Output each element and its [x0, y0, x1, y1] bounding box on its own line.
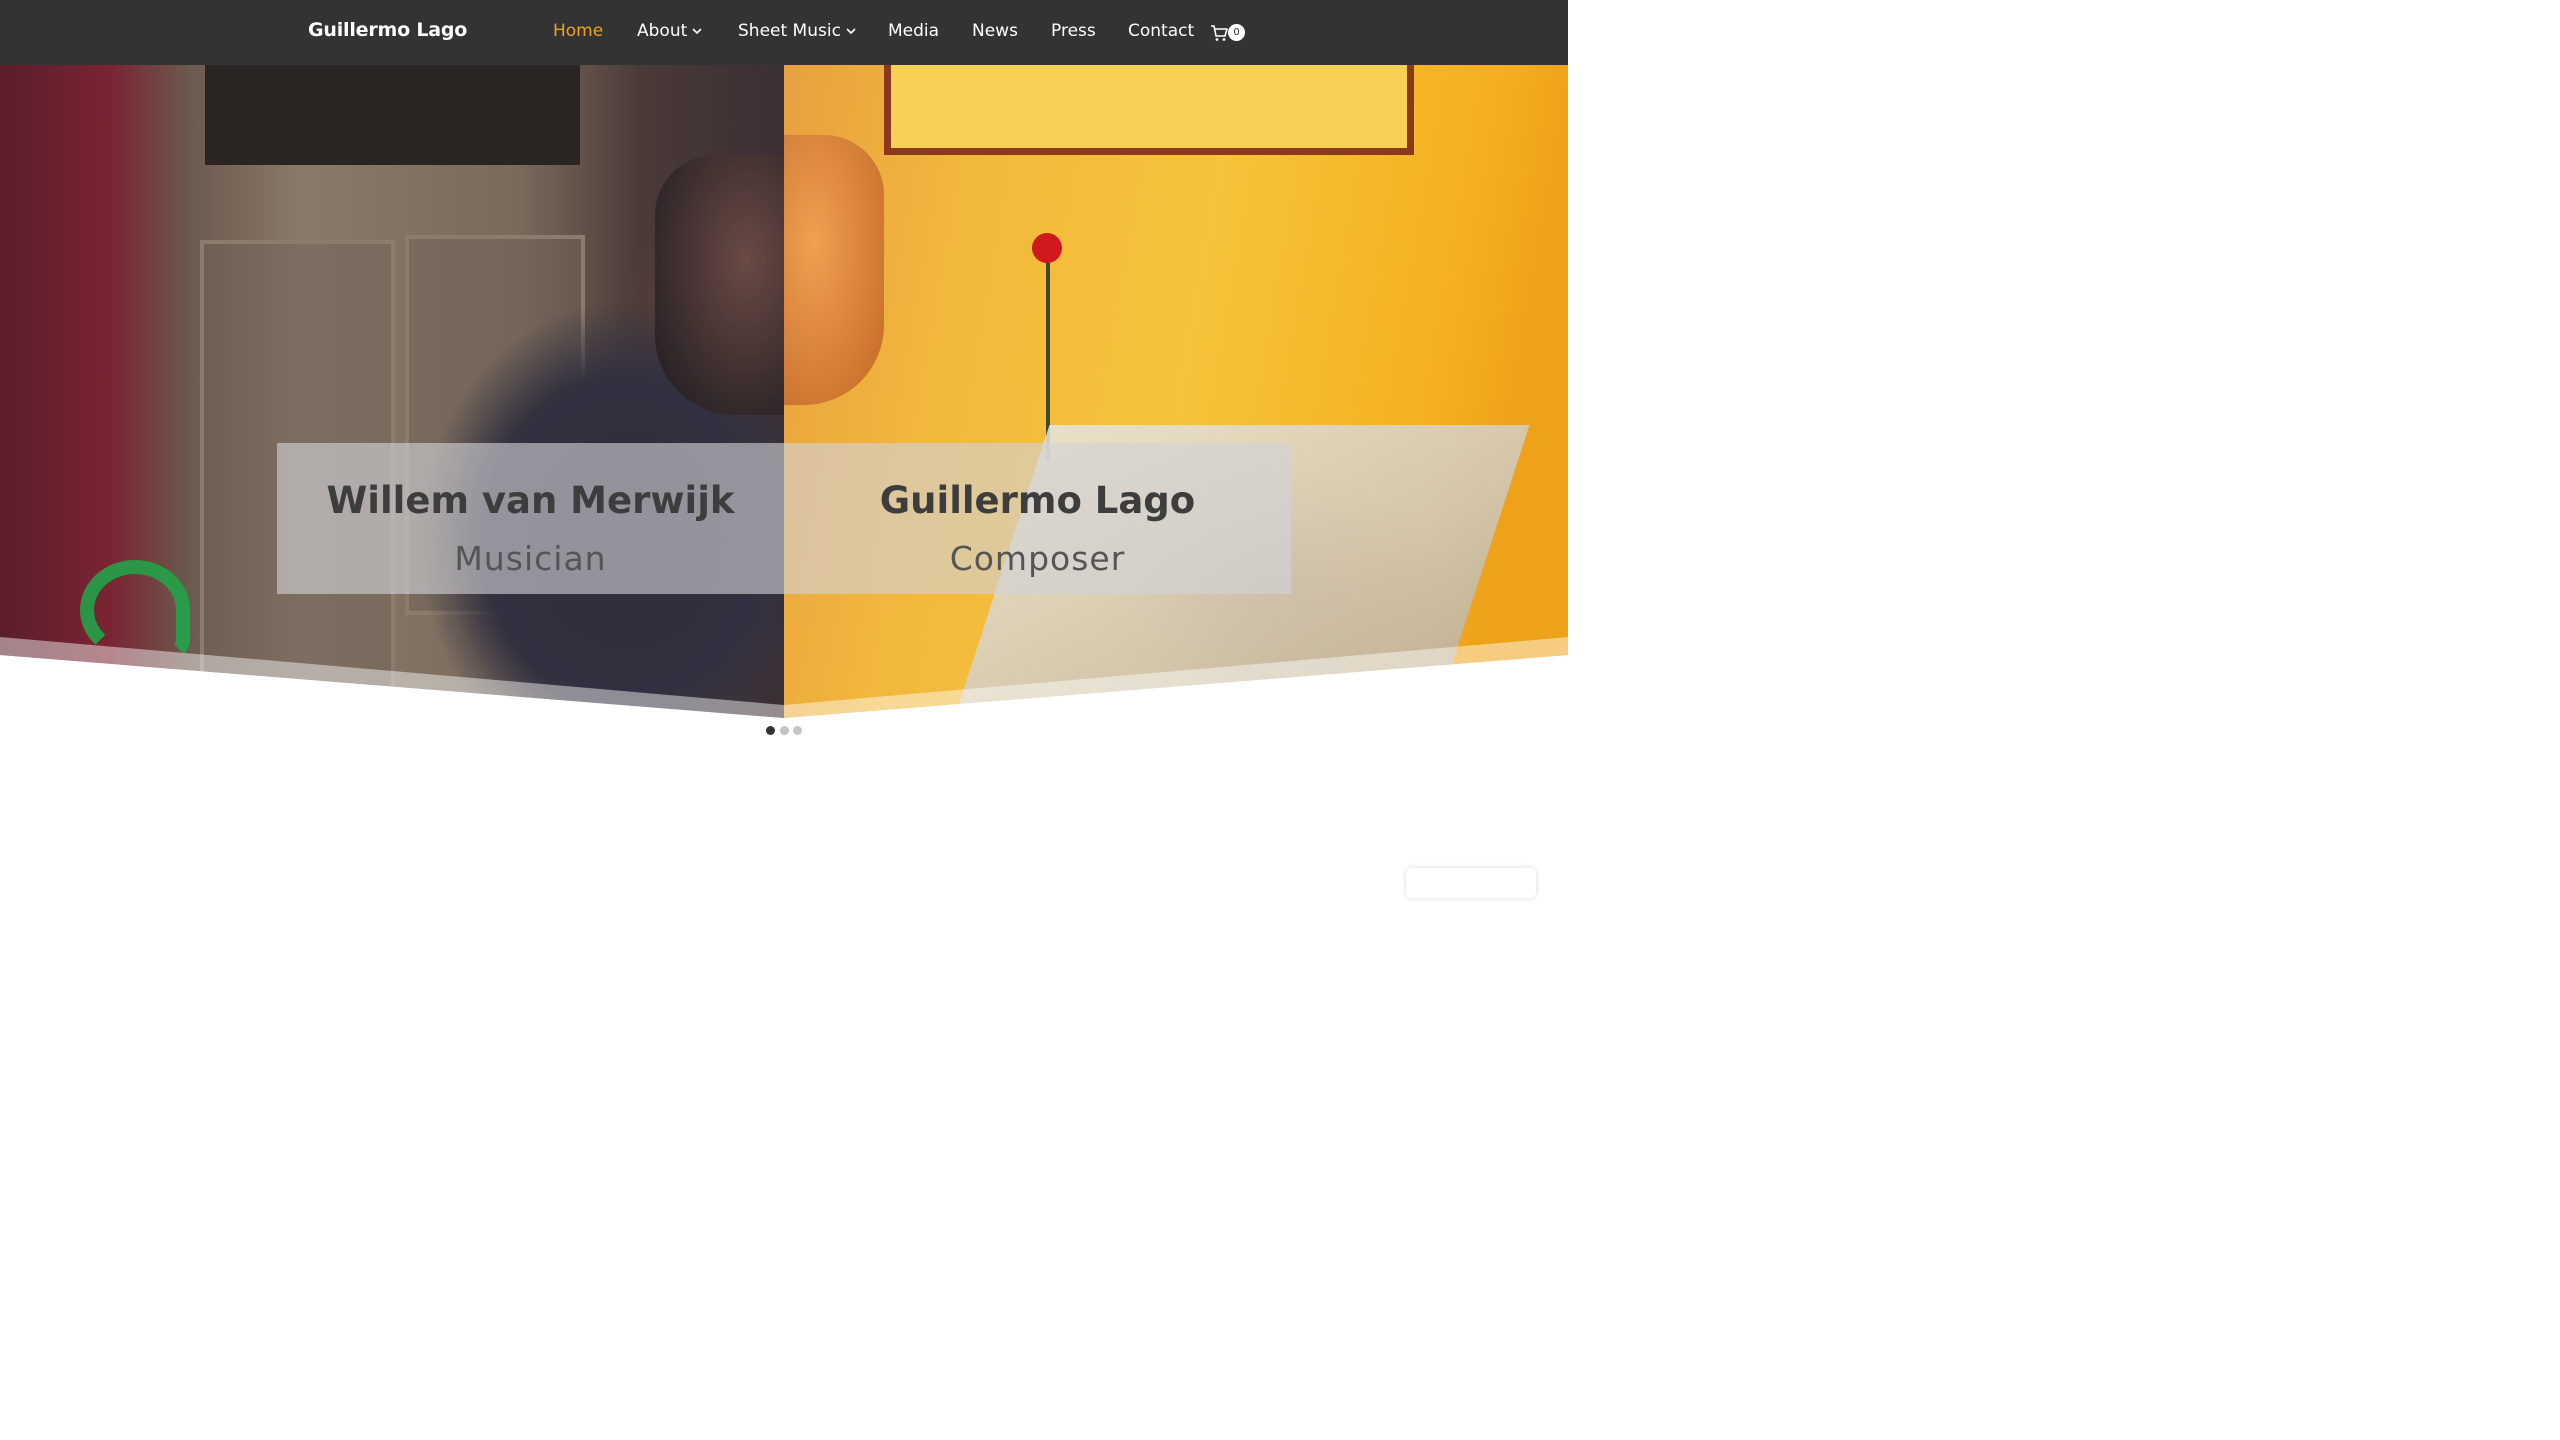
- site-header: Guillermo Lago Home About Sheet Music Me…: [0, 0, 1568, 65]
- site-logo[interactable]: Guillermo Lago: [308, 19, 467, 41]
- hero-name-left: Willem van Merwijk: [326, 479, 735, 522]
- nav-press-label: Press: [1051, 21, 1096, 41]
- cart-button[interactable]: 0: [1210, 22, 1250, 44]
- nav-about[interactable]: About: [637, 21, 702, 41]
- slider-dot-1[interactable]: [766, 726, 775, 735]
- nav-media-label: Media: [888, 21, 940, 41]
- nav-contact-label: Contact: [1128, 21, 1195, 41]
- nav-sheet-music-label: Sheet Music: [738, 21, 841, 41]
- nav-contact[interactable]: Contact: [1128, 21, 1194, 41]
- nav-home-label: Home: [553, 21, 604, 41]
- hero-name-right: Guillermo Lago: [879, 479, 1196, 522]
- nav-sheet-music[interactable]: Sheet Music: [738, 21, 856, 41]
- hero-caption-box: Willem van Merwijk Musician Guillermo La…: [277, 443, 1291, 594]
- hero-role-left: Musician: [454, 539, 607, 578]
- chevron-down-icon: [692, 28, 702, 35]
- nav-news-label: News: [972, 21, 1018, 41]
- corner-widget[interactable]: [1406, 868, 1536, 898]
- nav-press[interactable]: Press: [1051, 21, 1096, 41]
- hero-caption-right: Guillermo Lago Composer: [784, 443, 1291, 594]
- hero-role-right: Composer: [949, 539, 1126, 578]
- chevron-down-icon: [846, 28, 856, 35]
- nav-media[interactable]: Media: [888, 21, 939, 41]
- slider-dot-2[interactable]: [780, 726, 789, 735]
- shopping-cart-icon: [1211, 25, 1228, 41]
- nav-home[interactable]: Home: [553, 21, 603, 41]
- nav-about-label: About: [637, 21, 688, 41]
- hero-bottom-curve: [0, 637, 1568, 718]
- hero-slider: Willem van Merwijk Musician Guillermo La…: [0, 65, 1568, 718]
- slider-dot-3[interactable]: [793, 726, 802, 735]
- slider-pagination: [766, 726, 806, 736]
- hero-caption-left: Willem van Merwijk Musician: [277, 443, 784, 594]
- nav-news[interactable]: News: [972, 21, 1018, 41]
- cart-count-badge: 0: [1228, 24, 1245, 41]
